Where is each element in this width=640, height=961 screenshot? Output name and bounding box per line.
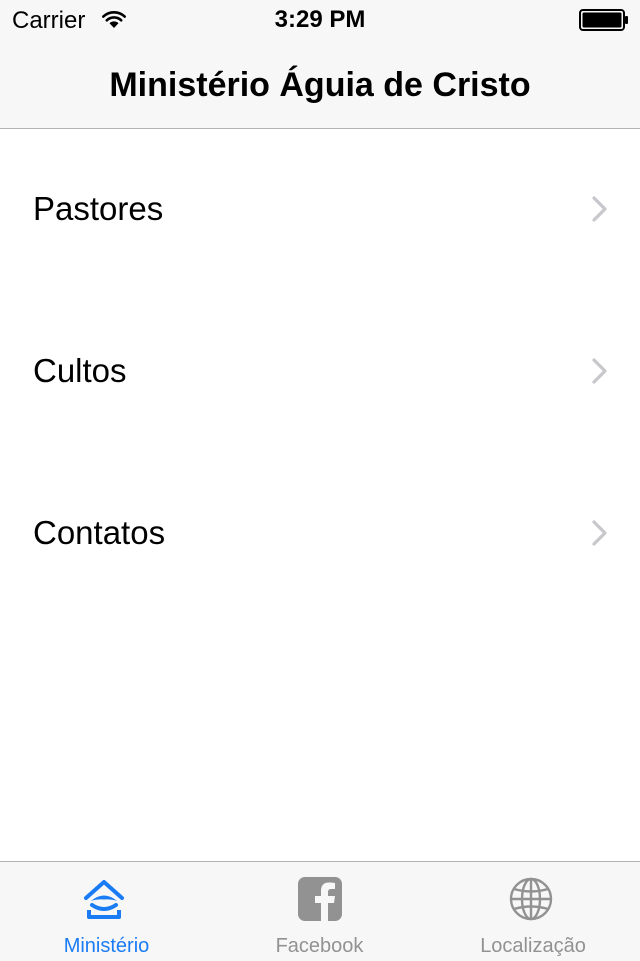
chevron-right-icon — [592, 520, 607, 546]
status-bar: Carrier 3:29 PM — [0, 0, 640, 40]
list-item-contatos[interactable]: Contatos — [0, 453, 640, 615]
list-item-label: Pastores — [33, 190, 164, 227]
battery-icon — [579, 9, 628, 31]
list-item-label: Contatos — [33, 514, 166, 551]
page-title: Ministério Águia de Cristo — [109, 66, 531, 104]
chevron-right-icon — [592, 358, 607, 384]
ministerio-icon — [84, 880, 124, 919]
tab-label: Localização — [480, 935, 586, 957]
tab-bar: Ministério Facebook Localização — [0, 861, 640, 961]
tab-localizacao[interactable]: Localização — [426, 862, 640, 961]
tab-label: Facebook — [275, 935, 364, 957]
navigation-bar: Ministério Águia de Cristo — [0, 40, 640, 129]
list-item-label: Cultos — [33, 352, 127, 389]
list-item-pastores[interactable]: Pastores — [0, 129, 640, 291]
menu-list: Pastores Cultos Contatos — [0, 129, 640, 615]
tab-label: Ministério — [63, 935, 150, 957]
status-time: 3:29 PM — [274, 6, 366, 33]
tab-facebook[interactable]: Facebook — [213, 862, 426, 961]
tab-ministerio[interactable]: Ministério — [0, 862, 213, 961]
list-item-cultos[interactable]: Cultos — [0, 291, 640, 453]
facebook-icon — [298, 877, 342, 921]
chevron-right-icon — [592, 196, 607, 222]
globe-icon — [509, 877, 553, 921]
